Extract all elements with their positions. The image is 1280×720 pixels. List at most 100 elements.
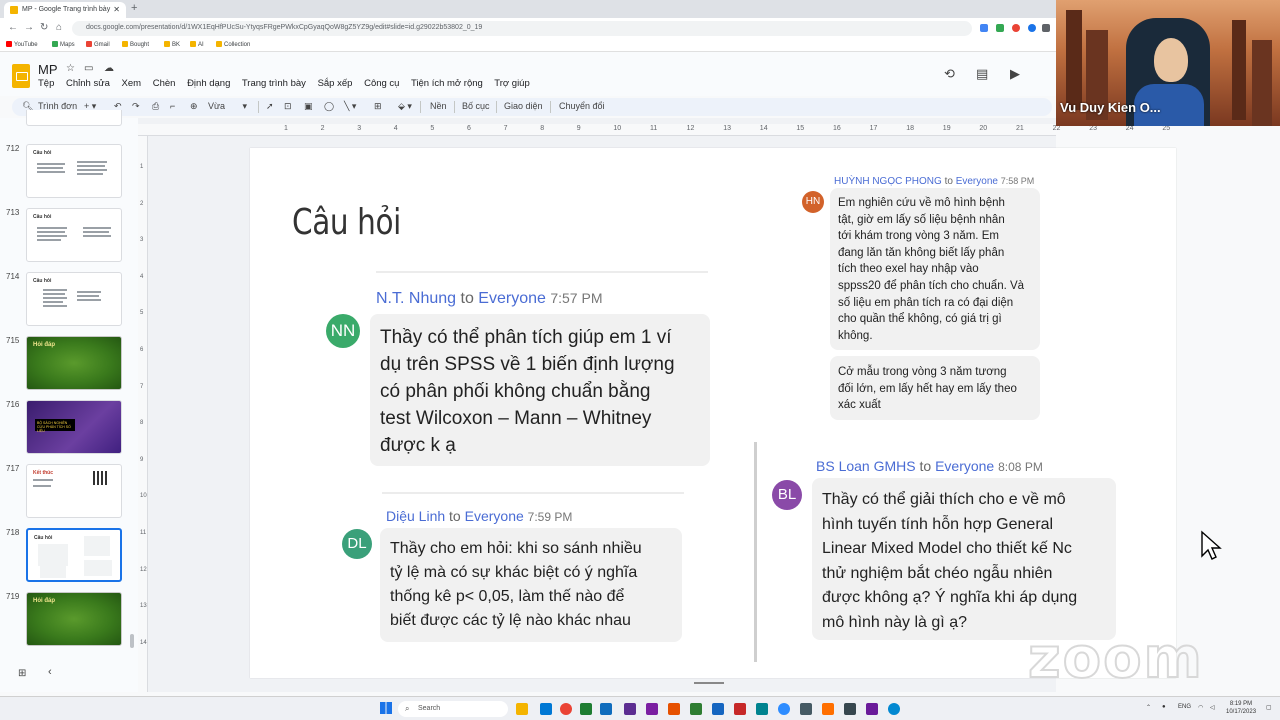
slides-logo-icon[interactable] xyxy=(12,64,30,88)
taskbar-app-icon[interactable] xyxy=(646,703,658,715)
notifications-icon[interactable]: ▢ xyxy=(1266,704,1272,711)
clock[interactable]: 8:19 PM 10/17/2023 xyxy=(1226,700,1256,716)
slide-preview[interactable]: Hỏi đáp xyxy=(26,336,122,390)
wifi-icon[interactable]: ◠ xyxy=(1198,704,1203,711)
extension-icon[interactable] xyxy=(996,24,1004,32)
menu-help[interactable]: Trợ giúp xyxy=(494,78,529,89)
menu-format[interactable]: Định dạng xyxy=(187,78,230,89)
taskbar-app-icon[interactable] xyxy=(822,703,834,715)
slide-resize-handle[interactable] xyxy=(694,682,724,684)
slide-title[interactable]: Câu hỏi xyxy=(292,202,401,243)
layout-button[interactable]: Bố cục xyxy=(462,101,490,111)
background-fill-icon[interactable]: ⬙ ▾ xyxy=(398,101,412,112)
new-tab-icon[interactable]: + xyxy=(131,2,137,14)
taskbar-app-icon[interactable] xyxy=(800,703,812,715)
select-icon[interactable]: ➚ xyxy=(266,101,274,112)
taskbar-app-icon[interactable] xyxy=(624,703,636,715)
slide-thumbnail-719[interactable]: 719 Hỏi đáp xyxy=(0,592,138,648)
taskbar-search[interactable]: ⌕ Search xyxy=(398,701,508,717)
bookmark-bought[interactable]: Bought xyxy=(122,41,149,48)
forward-icon[interactable]: → xyxy=(24,22,34,33)
background-button[interactable]: Nền xyxy=(430,101,447,111)
menu-edit[interactable]: Chỉnh sửa xyxy=(66,78,110,89)
image-icon[interactable]: ▣ xyxy=(304,101,313,112)
telegram-icon[interactable] xyxy=(888,703,900,715)
slide-thumbnail-716[interactable]: 716 BỘ SÁCH NGHIÊN CỨU PHÂN TÍCH SỐ LIỆU xyxy=(0,400,138,456)
textbox-icon[interactable]: ⊡ xyxy=(284,101,292,112)
move-folder-icon[interactable]: ▭ xyxy=(84,63,93,74)
taskbar-app-icon[interactable] xyxy=(712,703,724,715)
slide-preview[interactable]: BỘ SÁCH NGHIÊN CỨU PHÂN TÍCH SỐ LIỆU xyxy=(26,400,122,454)
print-icon[interactable]: ⎙ xyxy=(152,101,159,112)
profile-icon[interactable] xyxy=(1028,24,1036,32)
line-icon[interactable]: ╲ ▾ xyxy=(344,101,356,112)
menu-view[interactable]: Xem xyxy=(122,78,142,89)
slide-thumbnail-713[interactable]: 713 Câu hỏi xyxy=(0,208,138,264)
reload-icon[interactable]: ↻ xyxy=(40,22,48,33)
chrome-icon[interactable] xyxy=(560,703,572,715)
taskbar-app-icon[interactable] xyxy=(580,703,592,715)
menu-insert[interactable]: Chèn xyxy=(153,78,176,89)
slide-thumbnail-712[interactable]: 712 Câu hỏi xyxy=(0,144,138,200)
taskbar-app-icon[interactable] xyxy=(844,703,856,715)
slide-thumbnail-718[interactable]: 718 Câu hỏi xyxy=(0,528,138,584)
slide-preview[interactable]: Hỏi đáp xyxy=(26,592,122,646)
taskbar-app-icon[interactable] xyxy=(866,703,878,715)
close-tab-icon[interactable]: ✕ xyxy=(113,5,120,14)
taskbar-app-icon[interactable] xyxy=(668,703,680,715)
zoom-app-icon[interactable] xyxy=(778,703,790,715)
comment-icon[interactable]: ⊞ xyxy=(374,101,382,112)
bookmark-ai[interactable]: AI xyxy=(190,41,204,48)
zoom-select[interactable]: Vừa ▾ xyxy=(208,101,247,112)
bookmark-gmail[interactable]: Gmail xyxy=(86,41,110,48)
menu-file[interactable]: Tệp xyxy=(38,78,54,89)
bookmark-maps[interactable]: Maps xyxy=(52,41,75,48)
language-indicator[interactable]: ENG xyxy=(1178,704,1191,710)
bookmark-bk[interactable]: BK xyxy=(164,41,180,48)
slide-preview-selected[interactable]: Câu hỏi xyxy=(26,528,122,582)
bookmark-collection[interactable]: Collection xyxy=(216,41,250,48)
address-bar[interactable]: docs.google.com/presentation/d/1WX1EqHfP… xyxy=(72,21,972,36)
taskbar-app-icon[interactable] xyxy=(690,703,702,715)
taskbar-app-icon[interactable] xyxy=(516,703,528,715)
star-icon[interactable]: ☆ xyxy=(66,63,75,74)
home-icon[interactable]: ⌂ xyxy=(56,22,62,33)
extension-icon[interactable] xyxy=(1012,24,1020,32)
menu-extensions[interactable]: Tiện ích mở rộng xyxy=(411,78,483,89)
version-history-icon[interactable]: ⟲ xyxy=(944,66,955,82)
grid-view-icon[interactable]: ⊞ xyxy=(18,668,26,679)
slide-preview[interactable]: Câu hỏi xyxy=(26,144,122,198)
taskbar-app-icon[interactable] xyxy=(600,703,612,715)
slide-preview[interactable]: Kết thúc xyxy=(26,464,122,518)
tray-chevron-icon[interactable]: ⌃ xyxy=(1146,704,1151,711)
filmstrip-scrollbar[interactable] xyxy=(130,634,134,648)
slide-preview[interactable]: Câu hỏi xyxy=(26,272,122,326)
meet-icon[interactable]: ▶ xyxy=(1010,66,1020,82)
menu-slide[interactable]: Trang trình bày xyxy=(242,78,306,89)
bookmark-youtube[interactable]: YouTube xyxy=(6,41,38,48)
theme-button[interactable]: Giao diện xyxy=(504,101,543,111)
start-icon[interactable] xyxy=(380,702,392,714)
slide-canvas[interactable]: Câu hỏi N.T. Nhung to Everyone 7:57 PM N… xyxy=(250,148,1176,678)
slide-thumbnail-714[interactable]: 714 Câu hỏi xyxy=(0,272,138,328)
transition-button[interactable]: Chuyển đổi xyxy=(559,101,605,111)
menu-icon[interactable] xyxy=(1042,24,1050,32)
volume-icon[interactable]: ◁ xyxy=(1210,704,1215,711)
extension-icon[interactable] xyxy=(980,24,988,32)
slide-thumbnail-715[interactable]: 715 Hỏi đáp xyxy=(0,336,138,392)
back-icon[interactable]: ← xyxy=(8,22,18,33)
slide-thumbnail-717[interactable]: 717 Kết thúc xyxy=(0,464,138,520)
shape-icon[interactable]: ◯ xyxy=(324,101,334,112)
browser-tab[interactable]: MP - Google Trang trình bày ✕ xyxy=(4,2,126,18)
comments-icon[interactable]: ▤ xyxy=(976,66,988,82)
menu-arrange[interactable]: Sắp xếp xyxy=(318,78,353,89)
taskbar-app-icon[interactable] xyxy=(734,703,746,715)
collapse-filmstrip-icon[interactable]: ‹ xyxy=(48,666,52,678)
taskbar-app-icon[interactable] xyxy=(756,703,768,715)
document-title[interactable]: MP xyxy=(38,62,58,77)
zoom-icon[interactable]: ⊕ xyxy=(190,101,198,112)
taskbar-app-icon[interactable] xyxy=(540,703,552,715)
menu-tools[interactable]: Công cụ xyxy=(364,78,399,89)
slide-thumbnail-partial[interactable] xyxy=(0,110,138,126)
tray-app-icon[interactable]: ● xyxy=(1162,704,1166,710)
